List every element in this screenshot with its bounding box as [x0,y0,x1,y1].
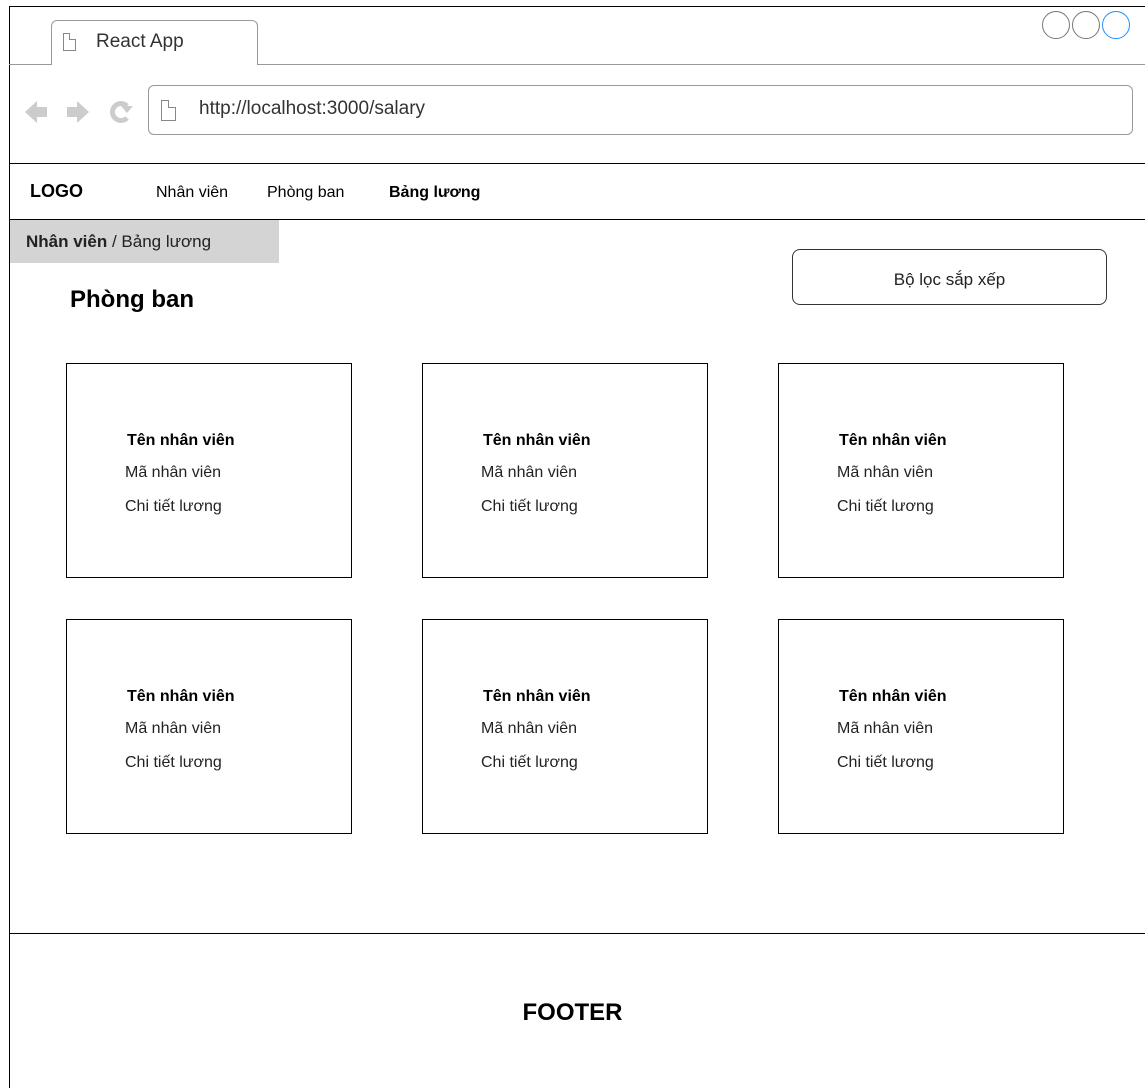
breadcrumb-current: Bảng lương [121,232,212,251]
employee-code: Mã nhân viên [837,720,934,737]
page-icon [63,33,76,51]
browser-tab[interactable]: React App [51,20,258,65]
employee-card[interactable]: Tên nhân viên Mã nhân viên Chi tiết lươn… [422,363,708,578]
employee-code: Mã nhân viên [481,720,578,737]
employee-card[interactable]: Tên nhân viên Mã nhân viên Chi tiết lươn… [778,619,1064,834]
salary-detail: Chi tiết lương [125,754,222,771]
employee-name: Tên nhân viên [483,432,591,449]
reload-icon[interactable] [110,101,133,123]
employee-code: Mã nhân viên [481,464,578,481]
page-icon [161,100,176,121]
breadcrumb: Nhân viên / Bảng lương [10,220,279,263]
employee-card[interactable]: Tên nhân viên Mã nhân viên Chi tiết lươn… [66,619,352,834]
employee-card[interactable]: Tên nhân viên Mã nhân viên Chi tiết lươn… [778,363,1064,578]
logo[interactable]: LOGO [30,181,83,202]
salary-detail: Chi tiết lương [125,498,222,515]
employee-code: Mã nhân viên [125,464,222,481]
nav-item-employees[interactable]: Nhân viên [156,184,228,202]
window-minimize-button[interactable] [1042,11,1070,39]
url-text[interactable]: http://localhost:3000/salary [199,98,425,120]
employee-card[interactable]: Tên nhân viên Mã nhân viên Chi tiết lươn… [66,363,352,578]
employee-name: Tên nhân viên [483,688,591,705]
salary-detail: Chi tiết lương [837,754,934,771]
employee-code: Mã nhân viên [837,464,934,481]
employee-code: Mã nhân viên [125,720,222,737]
sort-filter-button[interactable]: Bộ lọc sắp xếp [792,249,1107,305]
tab-strip-line [9,64,51,65]
header-divider [9,163,1145,164]
footer-divider [9,933,1145,934]
salary-detail: Chi tiết lương [481,498,578,515]
employee-name: Tên nhân viên [839,432,947,449]
tab-title: React App [96,31,184,52]
employee-name: Tên nhân viên [839,688,947,705]
footer: FOOTER [522,999,623,1026]
window-maximize-button[interactable] [1072,11,1100,39]
window-close-button[interactable] [1102,11,1130,39]
page-title: Phòng ban [70,286,194,313]
breadcrumb-separator: / [107,232,122,251]
salary-detail: Chi tiết lương [837,498,934,515]
tab-strip-line [258,64,1145,65]
employee-card[interactable]: Tên nhân viên Mã nhân viên Chi tiết lươn… [422,619,708,834]
employee-name: Tên nhân viên [127,688,235,705]
employee-name: Tên nhân viên [127,432,235,449]
breadcrumb-link-employees[interactable]: Nhân viên [26,232,107,251]
salary-detail: Chi tiết lương [481,754,578,771]
sort-filter-label: Bộ lọc sắp xếp [893,270,1006,289]
address-bar[interactable]: http://localhost:3000/salary [148,85,1133,135]
nav-item-salary[interactable]: Bảng lương [389,184,480,202]
nav-item-departments[interactable]: Phòng ban [267,184,344,202]
